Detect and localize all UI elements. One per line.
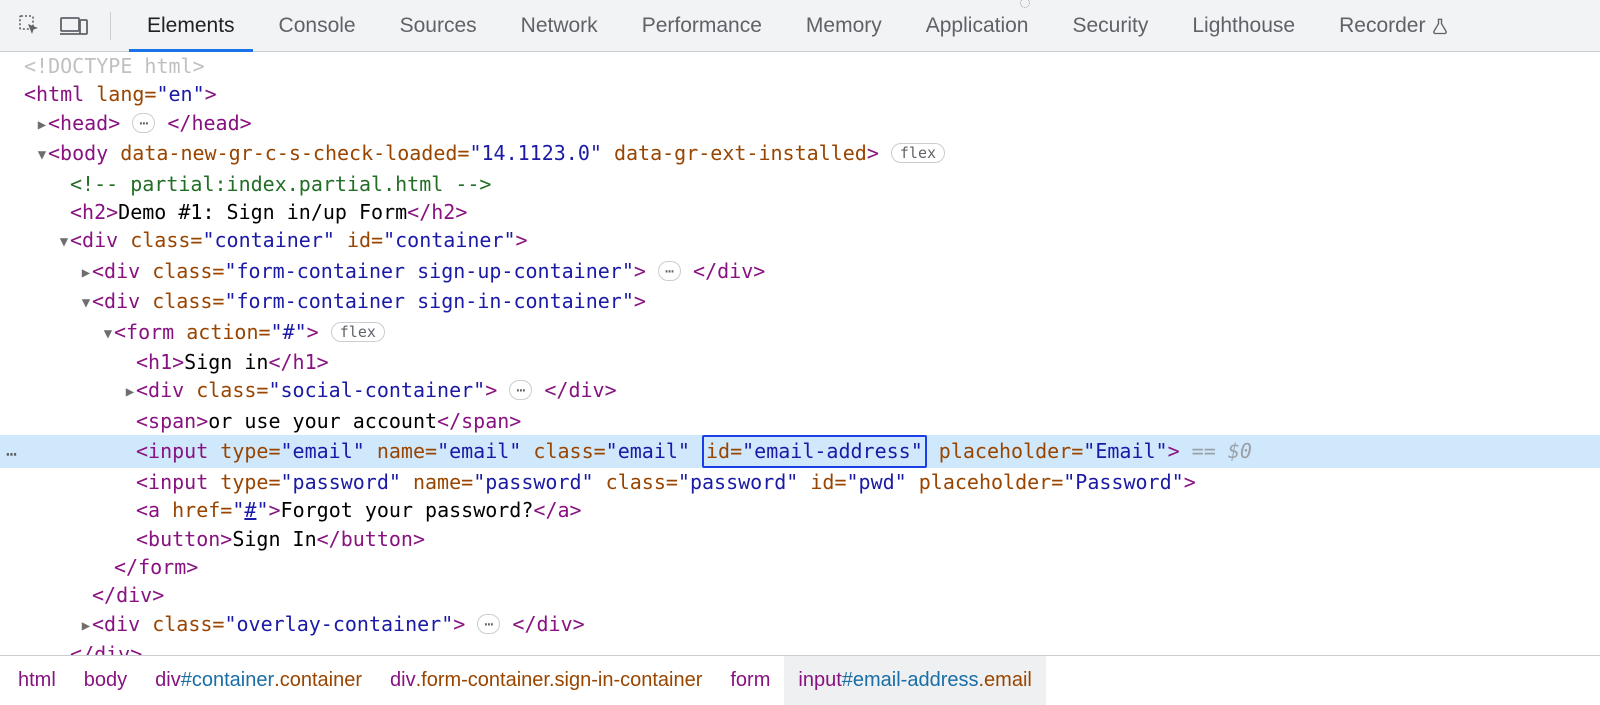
tree-row-form[interactable]: ▼<form action="#"> flex	[0, 318, 1600, 348]
tree-row-form-close[interactable]: </form>	[0, 553, 1600, 581]
tree-row-head[interactable]: ▶<head> ⋯ </head>	[0, 109, 1600, 139]
devtools-toolbar: Elements Console Sources Network Perform…	[0, 0, 1600, 52]
collapsed-ellipsis-icon[interactable]: ⋯	[477, 614, 500, 634]
collapsed-ellipsis-icon[interactable]: ⋯	[509, 380, 532, 400]
tree-row-button[interactable]: <button>Sign In</button>	[0, 525, 1600, 553]
highlighted-id-attribute: id="email-address"	[702, 435, 927, 467]
tab-console[interactable]: Console	[257, 0, 378, 51]
tool-icons-group	[0, 0, 125, 51]
tree-row-signin-div[interactable]: ▼<div class="form-container sign-in-cont…	[0, 287, 1600, 317]
tree-row-anchor[interactable]: <a href="#">Forgot your password?</a>	[0, 496, 1600, 524]
collapsed-ellipsis-icon[interactable]: ⋯	[658, 261, 681, 281]
gutter-ellipsis-icon[interactable]: ⋯	[6, 441, 18, 469]
crumb-form[interactable]: form	[716, 656, 784, 705]
twisty-icon[interactable]: ▼	[36, 141, 48, 169]
inspect-icon[interactable]	[18, 14, 42, 38]
tree-row-h1[interactable]: <h1>Sign in</h1>	[0, 348, 1600, 376]
selected-indicator: $0	[1228, 439, 1252, 463]
tree-row-doctype[interactable]: <!DOCTYPE html>	[0, 52, 1600, 80]
tab-lighthouse[interactable]: Lighthouse	[1170, 0, 1317, 51]
tab-memory[interactable]: Memory	[784, 0, 904, 51]
tree-row-signup[interactable]: ▶<div class="form-container sign-up-cont…	[0, 257, 1600, 287]
tab-elements[interactable]: Elements	[125, 0, 257, 51]
flex-badge[interactable]: flex	[891, 143, 945, 163]
crumb-input[interactable]: input#email-address.email	[784, 656, 1045, 705]
tab-performance[interactable]: Performance	[620, 0, 784, 51]
twisty-icon[interactable]: ▶	[36, 111, 48, 139]
crumb-container[interactable]: div#container.container	[141, 656, 376, 705]
tree-row-h2[interactable]: <h2>Demo #1: Sign in/up Form</h2>	[0, 198, 1600, 226]
tab-recorder[interactable]: Recorder	[1317, 0, 1471, 51]
tab-security[interactable]: Security	[1050, 0, 1170, 51]
twisty-icon[interactable]: ▼	[102, 320, 114, 348]
tree-row-password-input[interactable]: <input type="password" name="password" c…	[0, 468, 1600, 496]
crumb-body[interactable]: body	[70, 656, 141, 705]
twisty-icon[interactable]: ▶	[124, 378, 136, 406]
toolbar-separator	[110, 12, 111, 40]
tree-row-partial[interactable]: </div>	[0, 640, 1600, 655]
twisty-icon[interactable]: ▶	[80, 612, 92, 640]
tree-row-span[interactable]: <span>or use your account</span>	[0, 407, 1600, 435]
elements-tree[interactable]: <!DOCTYPE html> <html lang="en"> ▶<head>…	[0, 52, 1600, 655]
tree-row-signin-close[interactable]: </div>	[0, 581, 1600, 609]
tab-network[interactable]: Network	[499, 0, 620, 51]
twisty-icon[interactable]: ▶	[80, 259, 92, 287]
tree-row-container[interactable]: ▼<div class="container" id="container">	[0, 226, 1600, 256]
twisty-icon[interactable]: ▼	[58, 228, 70, 256]
tree-row-comment[interactable]: <!-- partial:index.partial.html -->	[0, 170, 1600, 198]
device-toggle-icon[interactable]	[60, 15, 88, 37]
tab-application[interactable]: Application	[904, 0, 1051, 51]
tree-row-html[interactable]: <html lang="en">	[0, 80, 1600, 108]
crumb-form-container[interactable]: div.form-container.sign-in-container	[376, 656, 716, 705]
tree-row-body[interactable]: ▼<body data-new-gr-c-s-check-loaded="14.…	[0, 139, 1600, 169]
twisty-icon[interactable]: ▼	[80, 289, 92, 317]
crumb-html[interactable]: html	[4, 656, 70, 705]
breadcrumb: html body div#container.container div.fo…	[0, 655, 1600, 705]
flask-icon	[1431, 17, 1449, 35]
tabs-strip: Elements Console Sources Network Perform…	[125, 0, 1471, 51]
tab-sources[interactable]: Sources	[378, 0, 499, 51]
flex-badge[interactable]: flex	[331, 322, 385, 342]
tree-row-email-input[interactable]: ⋯<input type="email" name="email" class=…	[0, 435, 1600, 467]
collapsed-ellipsis-icon[interactable]: ⋯	[132, 113, 155, 133]
tree-row-overlay[interactable]: ▶<div class="overlay-container"> ⋯ </div…	[0, 610, 1600, 640]
tree-row-social[interactable]: ▶<div class="social-container"> ⋯ </div>	[0, 376, 1600, 406]
